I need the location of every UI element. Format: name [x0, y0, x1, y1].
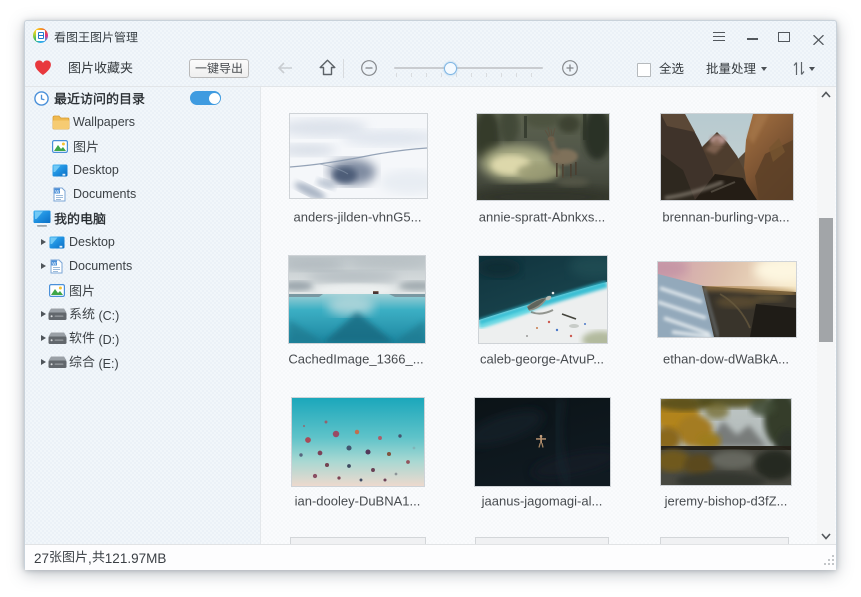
svg-text:W: W	[55, 188, 60, 193]
svg-text:W: W	[52, 261, 57, 266]
